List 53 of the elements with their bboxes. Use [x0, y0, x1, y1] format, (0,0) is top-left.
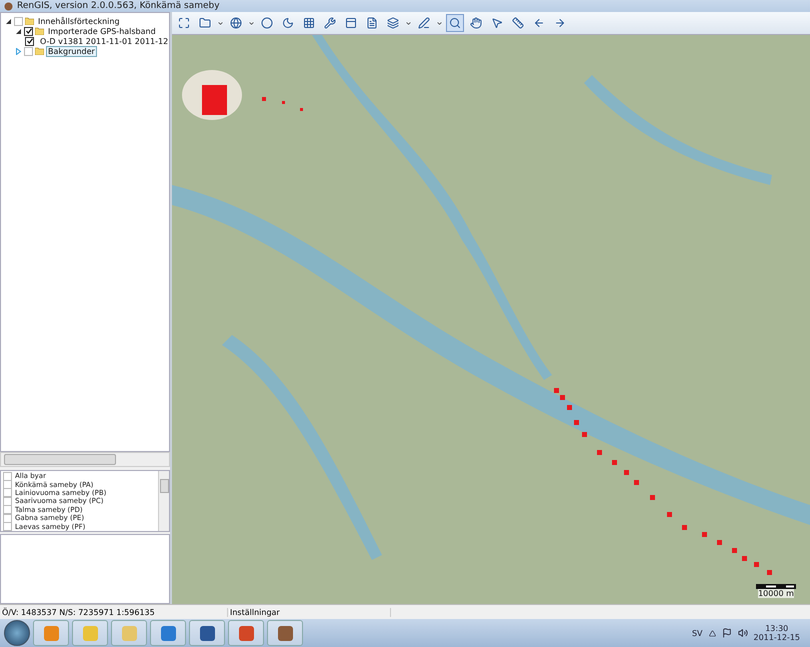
- tray-expand-icon[interactable]: [708, 630, 716, 636]
- zoom-icon: [449, 17, 461, 29]
- checkbox[interactable]: [3, 522, 12, 532]
- app-icon: [4, 2, 13, 10]
- checkbox[interactable]: [3, 505, 12, 514]
- start-button[interactable]: [4, 620, 30, 646]
- moon-icon: [282, 17, 294, 29]
- checkbox[interactable]: [14, 16, 23, 26]
- checkbox[interactable]: [24, 46, 33, 56]
- flag-icon[interactable]: [722, 628, 732, 638]
- settings-text: Inställningar: [228, 608, 391, 616]
- clock-time[interactable]: 13:30: [765, 624, 788, 633]
- scale-label: 10000 m: [758, 589, 794, 598]
- taskbar-app-button[interactable]: [267, 620, 303, 646]
- coordinates-text: Ö/V: 1483537 N/S: 7235971 1:596135: [0, 608, 228, 616]
- folder-icon: [35, 47, 44, 55]
- language-indicator[interactable]: SV: [692, 628, 702, 638]
- zoom-tool-button[interactable]: [446, 14, 464, 32]
- tree-item[interactable]: Importerade GPS-halsband: [46, 26, 158, 36]
- measure-icon: [512, 17, 524, 29]
- taskbar-app-button[interactable]: [189, 620, 225, 646]
- collapse-arrow-icon[interactable]: [5, 18, 12, 24]
- collapse-arrow-icon[interactable]: [15, 28, 22, 34]
- taskbar-app-button[interactable]: [150, 620, 186, 646]
- checkbox[interactable]: [24, 26, 33, 36]
- vertical-scrollbar[interactable]: [158, 471, 169, 531]
- folder-icon: [199, 17, 211, 29]
- caret-icon[interactable]: [436, 20, 443, 26]
- layers-icon: [387, 17, 399, 29]
- caret-icon[interactable]: [248, 20, 255, 26]
- expand-arrow-icon[interactable]: [15, 48, 22, 54]
- clock-date[interactable]: 2011-12-15: [754, 633, 800, 642]
- pan-icon: [470, 17, 482, 29]
- doc-icon: [366, 17, 378, 29]
- taskbar-app-button[interactable]: [228, 620, 264, 646]
- checkbox[interactable]: [25, 36, 34, 46]
- tree-item[interactable]: Bakgrunder: [46, 46, 97, 56]
- tree-item[interactable]: O-D v1381 2011-11-01 2011-12: [38, 36, 169, 46]
- horizontal-scrollbar[interactable]: [0, 452, 170, 467]
- volume-icon[interactable]: [738, 628, 748, 638]
- checkbox[interactable]: [3, 472, 12, 481]
- tree-item[interactable]: Innehållsförteckning: [36, 16, 122, 26]
- forward-icon: [554, 17, 566, 29]
- caret-icon[interactable]: [217, 20, 224, 26]
- grid-icon: [303, 17, 315, 29]
- caret-icon[interactable]: [405, 20, 412, 26]
- pen-icon: [418, 17, 430, 29]
- scale-bar: [756, 584, 796, 589]
- checkbox[interactable]: [3, 488, 12, 498]
- pointer-icon: [491, 17, 503, 29]
- back-icon: [533, 17, 545, 29]
- window-title: RenGIS, version 2.0.0.563, Könkämä sameby: [17, 1, 220, 11]
- globe-icon: [230, 17, 242, 29]
